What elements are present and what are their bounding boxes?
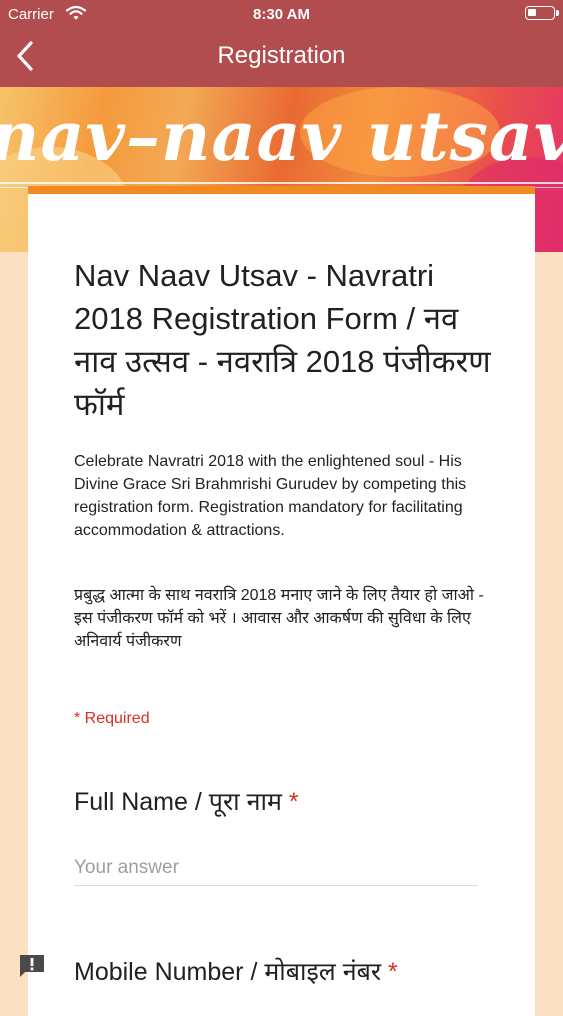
status-bar: Carrier 8:30 AM [0, 0, 563, 30]
clock: 8:30 AM [253, 6, 310, 23]
required-star: * [288, 788, 299, 816]
full-name-input[interactable] [74, 851, 478, 886]
question-mobile-number: Mobile Number / मोबाइल नंबर * [74, 954, 398, 988]
required-star: * [388, 958, 398, 986]
question-full-name: Full Name / पूरा नाम * [74, 784, 299, 818]
banner-logo-text: nav–naav utsav [0, 97, 563, 177]
form-title: Nav Naav Utsav - Navratri 2018 Registrat… [74, 258, 491, 422]
battery-icon [525, 6, 559, 20]
feedback-icon[interactable] [18, 953, 46, 979]
top-bar: Carrier 8:30 AM Registration [0, 0, 563, 87]
form-description-hindi: प्रबुद्ध आत्मा के साथ नवरात्रि 2018 मनाए… [74, 584, 484, 653]
question-label: Mobile Number / मोबाइल नंबर [74, 958, 382, 986]
form-card: Nav Naav Utsav - Navratri 2018 Registrat… [28, 186, 535, 1016]
required-note: * Required [74, 710, 150, 727]
description-hindi-line-1: प्रबुद्ध आत्मा के साथ नवरात्रि 2018 मनाए… [74, 587, 484, 604]
page-title: Registration [217, 42, 346, 69]
form-description-english: Celebrate Navratri 2018 with the enlight… [74, 453, 467, 539]
question-label: Full Name / पूरा नाम [74, 788, 282, 816]
description-hindi-line-2: इस पंजीकरण फॉर्म को भरें । आवास और आकर्ष… [74, 610, 471, 650]
